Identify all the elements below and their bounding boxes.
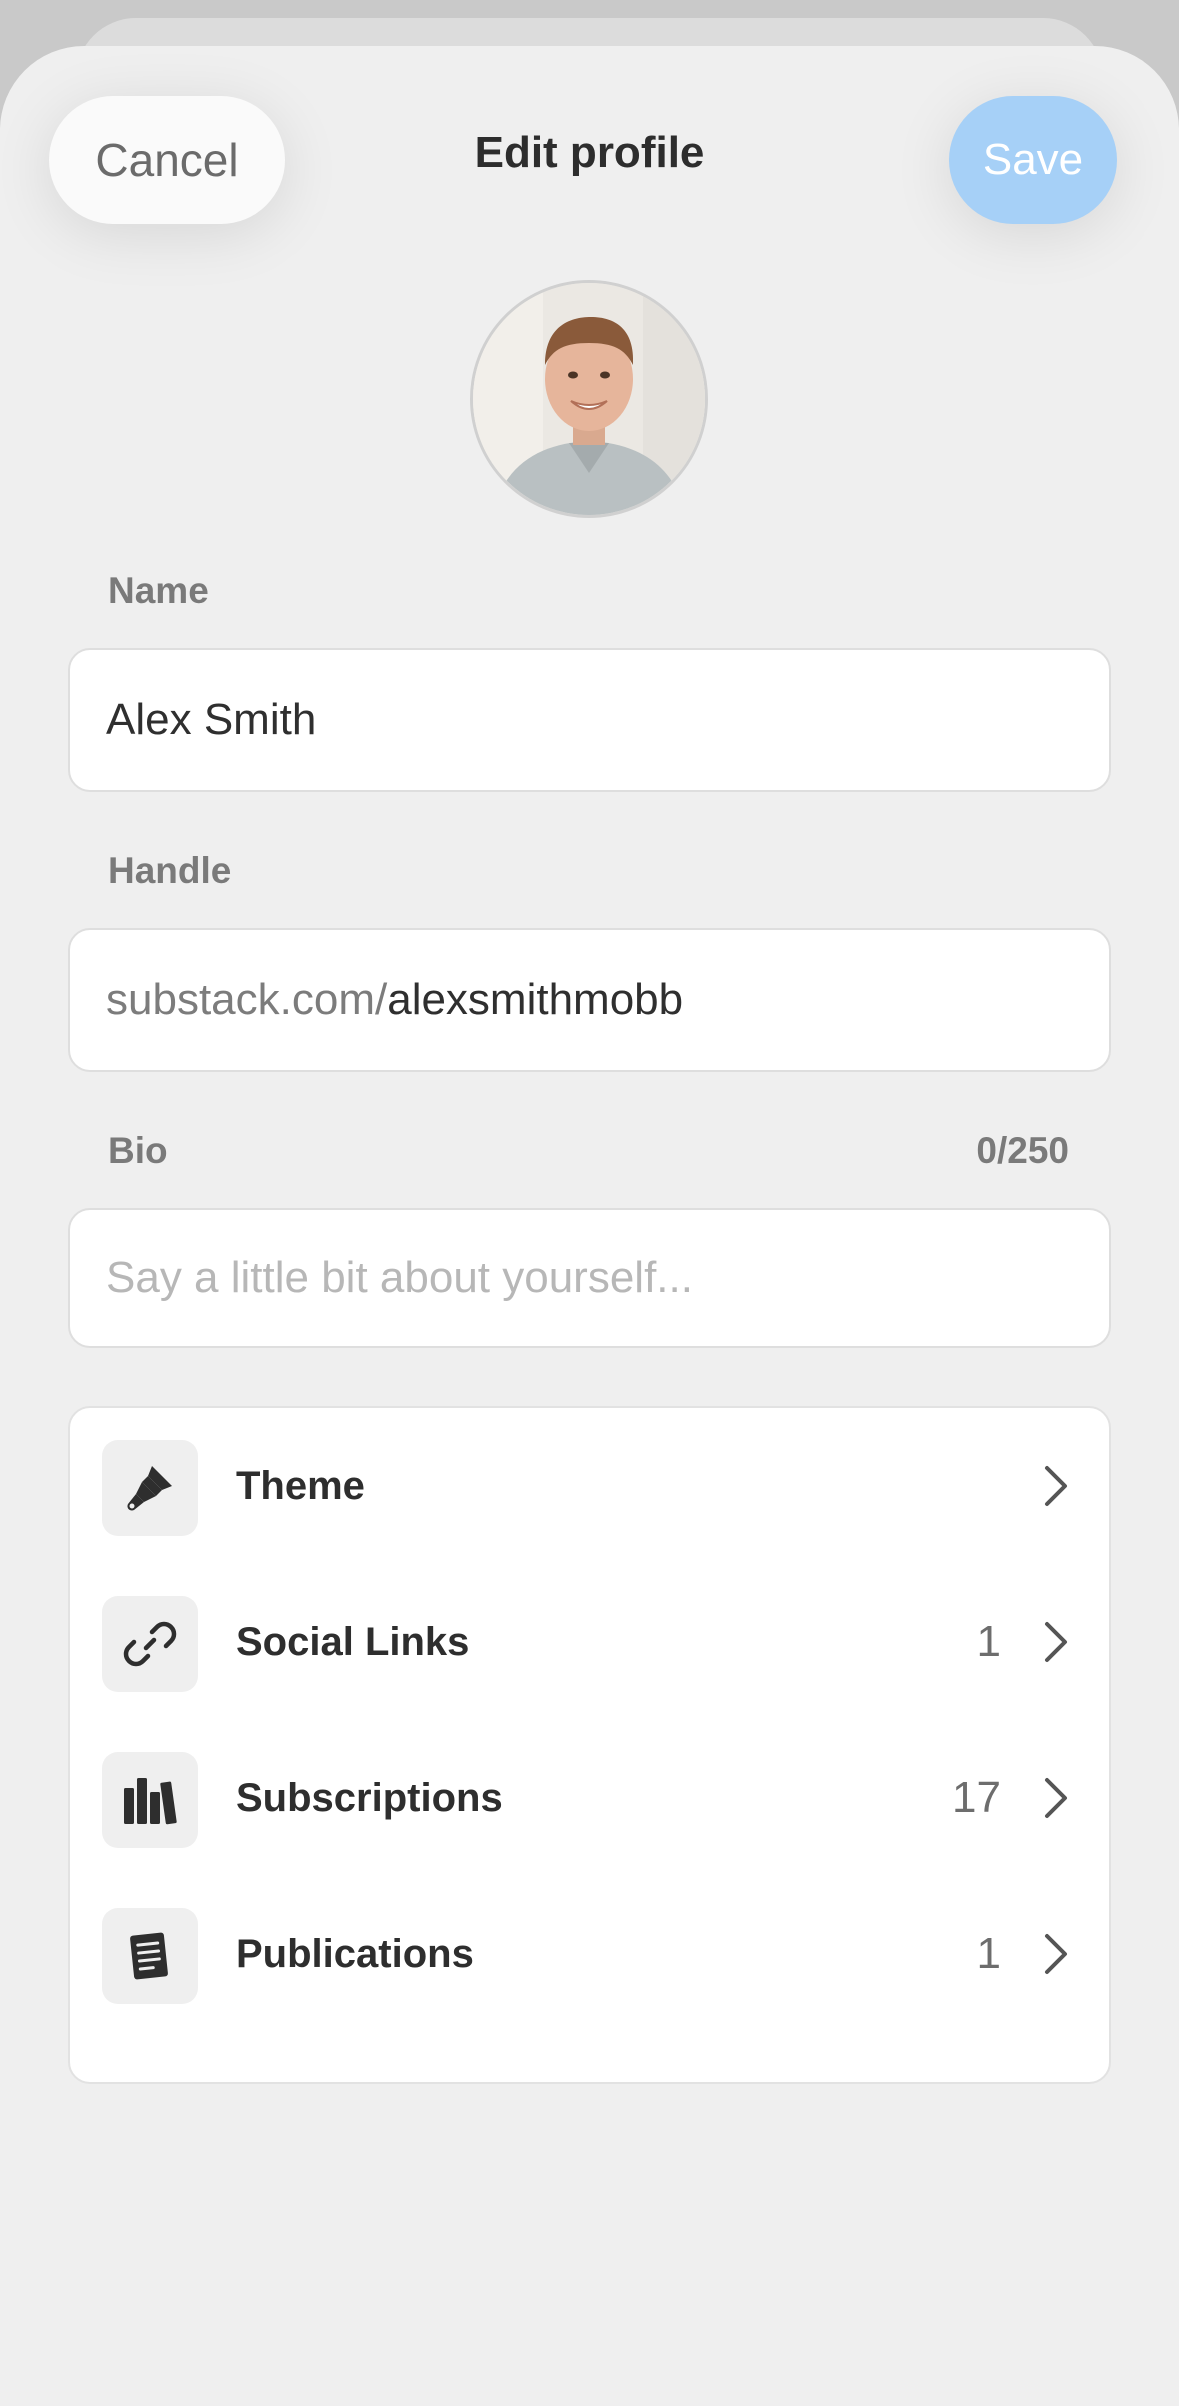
menu-item-count: 1 [976,1929,1001,1978]
menu-item-label: Publications [236,1931,474,1976]
menu-item-subscriptions[interactable]: Subscriptions 17 [70,1720,1109,1876]
bio-placeholder: Say a little bit about yourself... [106,1253,693,1302]
books-icon [102,1752,198,1848]
menu-item-social-links[interactable]: Social Links 1 [70,1564,1109,1720]
menu-item-label: Subscriptions [236,1775,503,1820]
document-icon [102,1908,198,2004]
paintbrush-icon [102,1440,198,1536]
chevron-right-icon [1045,1622,1067,1662]
handle-field[interactable]: substack.com/alexsmithmobb [68,928,1111,1072]
chevron-right-icon [1045,1934,1067,1974]
menu-item-publications[interactable]: Publications 1 [70,1876,1109,2032]
bio-character-counter: 0/250 [976,1130,1069,1171]
menu-item-count: 1 [976,1617,1001,1666]
handle-label: Handle [108,850,232,891]
handle-prefix: substack.com/ [106,975,388,1024]
handle-value: alexsmithmobb [387,975,684,1024]
name-label: Name [108,570,209,611]
name-field[interactable]: Alex Smith [68,648,1111,792]
chevron-right-icon [1045,1466,1067,1506]
bio-label: Bio [108,1130,168,1171]
save-button[interactable]: Save [949,96,1117,224]
menu-item-label: Theme [236,1463,365,1508]
bio-field[interactable]: Say a little bit about yourself... [68,1208,1111,1348]
name-value: Alex Smith [106,695,317,744]
edit-profile-sheet: Cancel Edit profile Save Name Alex Smith [0,46,1179,2406]
avatar[interactable] [470,280,708,518]
link-icon [102,1596,198,1692]
menu-item-label: Social Links [236,1619,470,1664]
menu-item-theme[interactable]: Theme [70,1408,1109,1564]
profile-settings-menu: Theme Social Links 1 Subscriptions 17 Pu… [68,1406,1111,2084]
chevron-right-icon [1045,1778,1067,1818]
menu-item-count: 17 [952,1773,1001,1822]
avatar-photo [473,283,705,515]
